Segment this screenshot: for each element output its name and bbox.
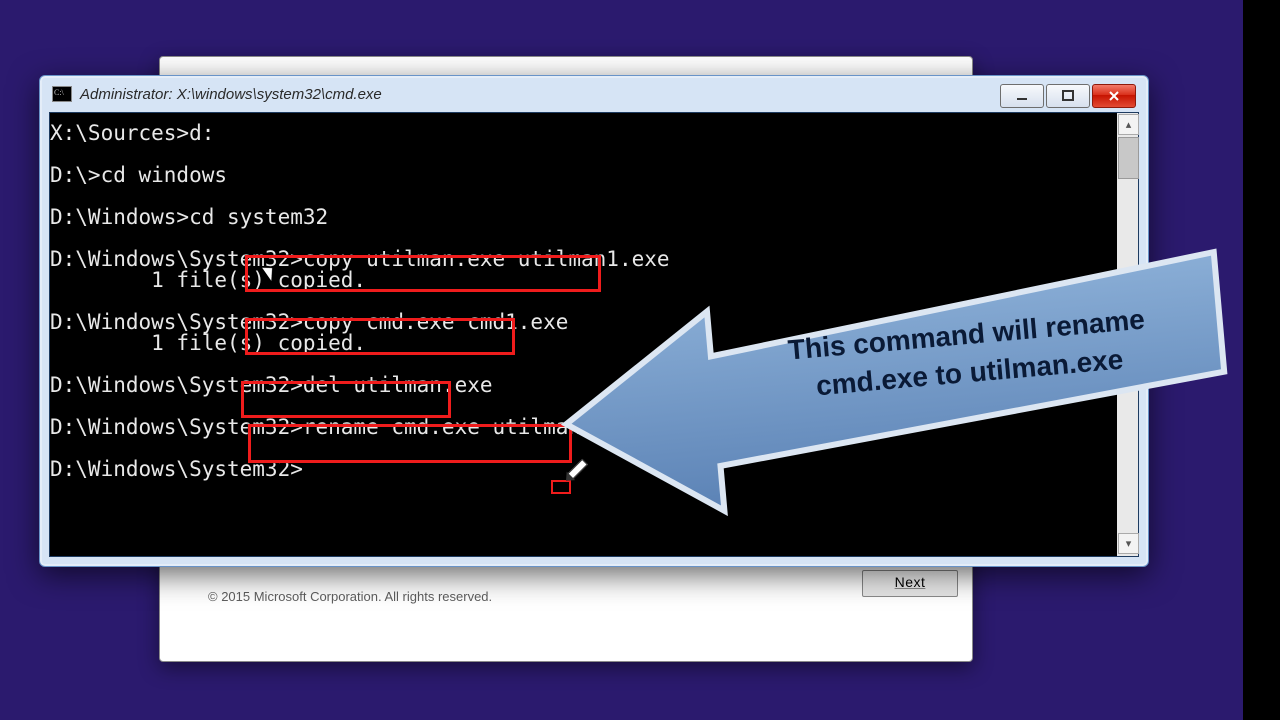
terminal-line: [50, 144, 1117, 165]
scroll-up-button[interactable]: ▴: [1118, 114, 1139, 135]
terminal-line: [50, 291, 1117, 312]
minimize-button[interactable]: [1000, 84, 1044, 108]
highlight-box: [241, 381, 451, 418]
cmd-window: Administrator: X:\windows\system32\cmd.e…: [39, 75, 1149, 567]
terminal-line: D:\>cd windows: [50, 165, 1117, 186]
desktop-background: © 2015 Microsoft Corporation. All rights…: [0, 0, 1243, 720]
window-title: Administrator: X:\windows\system32\cmd.e…: [80, 86, 382, 103]
chevron-up-icon: ▴: [1126, 118, 1132, 131]
close-icon: [1107, 89, 1121, 103]
scroll-down-button[interactable]: ▾: [1118, 533, 1139, 554]
vertical-scrollbar[interactable]: ▴ ▾: [1117, 113, 1138, 556]
minimize-icon: [1015, 89, 1029, 103]
scrollbar-thumb[interactable]: [1118, 137, 1139, 179]
highlight-box: [245, 318, 515, 355]
terminal-line: D:\Windows\System32>copy cmd.exe cmd1.ex…: [50, 312, 1117, 333]
setup-footer: © 2015 Microsoft Corporation. All rights…: [160, 566, 972, 661]
highlight-box: [248, 424, 572, 463]
next-button[interactable]: Next: [862, 570, 958, 597]
terminal-line: D:\Windows\System32>rename cmd.exe utilm…: [50, 417, 1117, 438]
titlebar[interactable]: Administrator: X:\windows\system32\cmd.e…: [42, 78, 1146, 110]
terminal-line: [50, 354, 1117, 375]
chevron-down-icon: ▾: [1126, 537, 1132, 550]
terminal-line: X:\Sources>d:: [50, 123, 1117, 144]
terminal-line: [50, 228, 1117, 249]
terminal-line: 1 file(s) copied.: [50, 333, 1117, 354]
terminal-line: [50, 396, 1117, 417]
cmd-icon: [52, 86, 72, 102]
terminal-line: D:\Windows\System32>del utilman.exe: [50, 375, 1117, 396]
copyright-text: © 2015 Microsoft Corporation. All rights…: [208, 589, 492, 604]
terminal-line: [50, 438, 1117, 459]
terminal-line: D:\Windows>cd system32: [50, 207, 1117, 228]
maximize-icon: [1061, 89, 1075, 103]
terminal-client-area: X:\Sources>d: D:\>cd windows D:\Windows>…: [49, 112, 1139, 557]
terminal-output[interactable]: X:\Sources>d: D:\>cd windows D:\Windows>…: [50, 113, 1117, 556]
highlight-box: [245, 255, 601, 292]
window-controls: [1000, 84, 1136, 108]
close-button[interactable]: [1092, 84, 1136, 108]
maximize-button[interactable]: [1046, 84, 1090, 108]
terminal-line: [50, 186, 1117, 207]
